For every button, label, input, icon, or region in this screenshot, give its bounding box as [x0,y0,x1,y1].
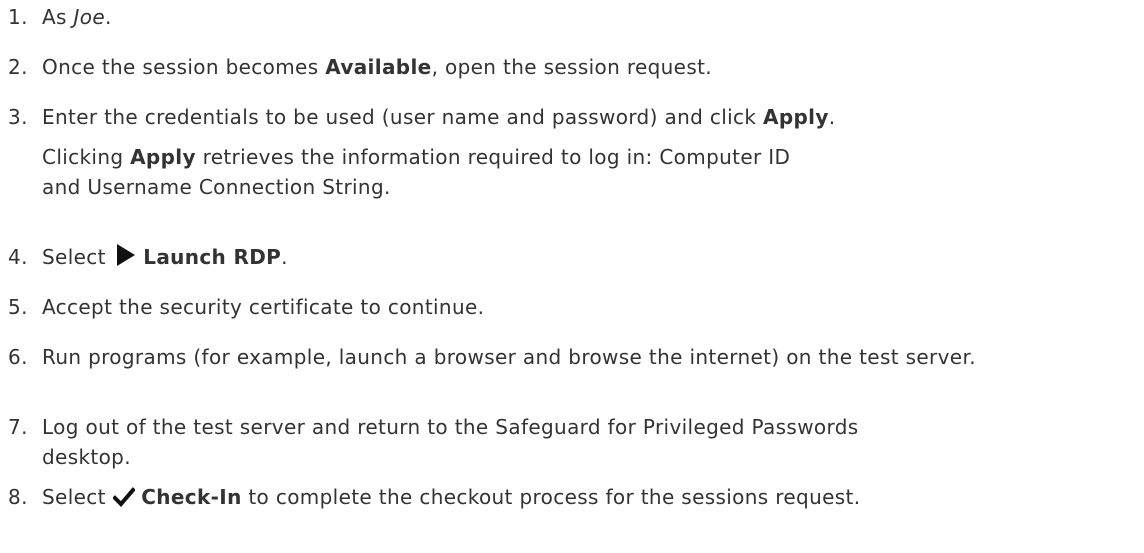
step-text: Enter the credentials to be used (user n… [42,105,763,129]
launch-rdp-emphasis: Launch RDP [143,245,282,269]
step-3: 3. Enter the credentials to be used (use… [8,102,1144,202]
play-arrow-icon [113,243,137,275]
apply-emphasis: Apply [130,145,196,169]
step-5: 5. Accept the security certificate to co… [8,292,1144,322]
checkmark-icon [111,485,136,515]
step-7: 7. Log out of the test server and return… [8,412,862,472]
step-text: Once the session becomes [42,55,326,79]
step-1: 1. As Joe. [8,2,1144,32]
step-4: 4. Select Launch RDP. [8,242,1144,275]
step-text: Run programs (for example, launch a brow… [42,345,976,369]
step-8: 8. Select Check-In to complete the check… [8,482,1144,515]
document-page: 1. As Joe. 2. Once the session becomes A… [0,0,1144,553]
step-number: 7. [8,415,28,439]
step-number: 8. [8,485,28,509]
check-in-emphasis: Check-In [141,485,242,509]
step-text: Select [42,245,113,269]
step-number: 5. [8,295,28,319]
step-text: As [42,5,74,29]
step-2: 2. Once the session becomes Available, o… [8,52,1144,82]
user-name-emphasis: Joe [73,5,106,29]
step-number: 2. [8,55,28,79]
step-text: Accept the security certificate to conti… [42,295,485,319]
apply-emphasis: Apply [763,105,829,129]
step-number: 1. [8,5,28,29]
step-6: 6. Run programs (for example, launch a b… [8,342,1144,372]
step-number: 6. [8,345,28,369]
step-text: Log out of the test server and return to… [42,415,872,469]
step-text: Select [42,485,113,509]
available-status-emphasis: Available [325,55,432,79]
step-number: 4. [8,245,28,269]
step-3-note: Clicking Apply retrieves the information… [42,145,791,199]
step-number: 3. [8,105,28,129]
